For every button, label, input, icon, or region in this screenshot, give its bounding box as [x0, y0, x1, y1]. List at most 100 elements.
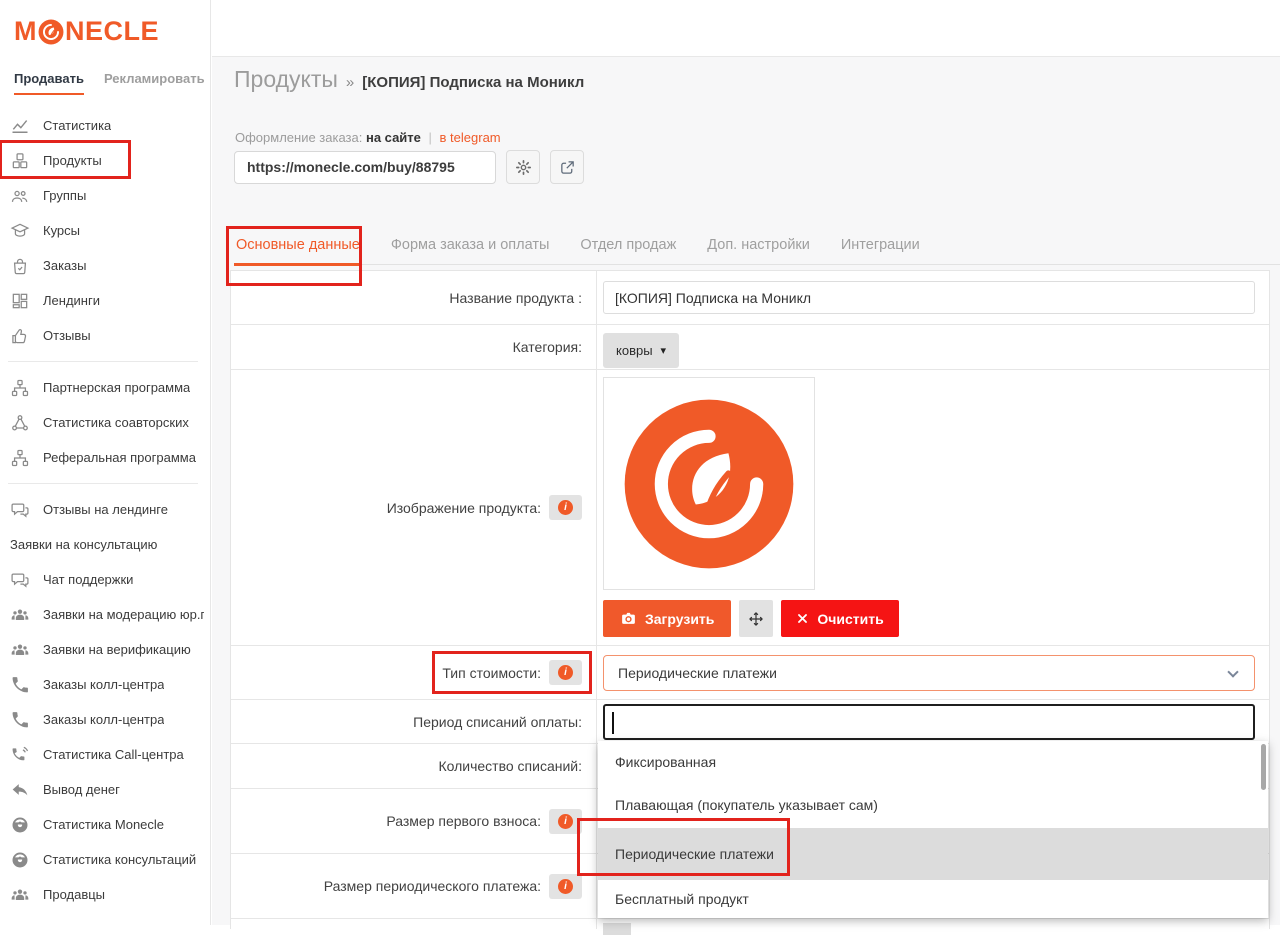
cross-icon — [796, 612, 809, 625]
order-telegram-link[interactable]: в telegram — [440, 130, 501, 145]
sidebar-item[interactable]: Статистика Monecle — [0, 807, 210, 842]
breadcrumb-root-link[interactable]: Продукты — [234, 66, 338, 93]
dropdown-option-label: Бесплатный продукт — [615, 891, 749, 907]
price-type-select[interactable]: Периодические платежи — [603, 655, 1255, 691]
dropdown-option-label: Плавающая (покупатель указывает сам) — [615, 797, 878, 813]
reposition-image-button[interactable] — [739, 600, 773, 637]
info-icon: i — [558, 665, 573, 680]
row-product-image: Изображение продукта: i Загрузить — [231, 370, 1269, 646]
sidebar-item[interactable]: Реферальная программа — [0, 440, 210, 475]
product-name-input[interactable] — [603, 281, 1255, 314]
sidebar-item[interactable]: Чат поддержки — [0, 562, 210, 597]
product-image-monecle-logo — [621, 396, 797, 572]
orders-icon — [10, 256, 30, 276]
sidebar-item[interactable]: Статистика консультаций — [0, 842, 210, 877]
sidebar-item-label: Заказы колл-центра — [43, 677, 164, 692]
monecle-logo[interactable]: M NECLE — [0, 0, 210, 47]
sidebar-item[interactable]: Заказы колл-центра — [0, 702, 210, 737]
gear-icon — [515, 159, 532, 176]
coauthor-stats-icon — [10, 413, 30, 433]
sidebar-item[interactable]: Продавцы — [0, 877, 210, 912]
text-cursor — [612, 712, 614, 734]
sidebar-item-label: Статистика — [43, 118, 111, 133]
info-badge[interactable]: i — [549, 874, 582, 899]
content-tab[interactable]: Форма заказа и оплаты — [389, 233, 552, 264]
sidebar-item[interactable]: Отзывы — [0, 318, 210, 353]
sidebar-item[interactable]: Статистика Call-центра — [0, 737, 210, 772]
sidebar-item[interactable]: Отзывы на лендинге — [0, 492, 210, 527]
buy-url-input[interactable] — [234, 151, 496, 184]
info-icon: i — [558, 879, 573, 894]
order-site-link[interactable]: на сайте — [366, 130, 421, 145]
content-tab-label: Основные данные — [236, 237, 360, 253]
sidebar-item[interactable]: Заказы колл-центра — [0, 667, 210, 702]
dropdown-option[interactable]: Периодические платежи — [598, 828, 1268, 880]
content-tab[interactable]: Интеграции — [839, 233, 922, 264]
clear-image-button[interactable]: Очистить — [781, 600, 898, 637]
sidebar-mode-tabs: Продавать Рекламировать — [0, 71, 210, 95]
sidebar-item[interactable]: Курсы — [0, 213, 210, 248]
sidebar-item[interactable]: Партнерская программа — [0, 370, 210, 405]
url-settings-button[interactable] — [506, 150, 540, 184]
monecle-leaf-icon — [38, 19, 64, 45]
sidebar-item-label: Заявки на консультацию — [10, 537, 157, 552]
sidebar-item[interactable]: Заказы — [0, 248, 210, 283]
sidebar-item[interactable]: Заявки на верификацию — [0, 632, 210, 667]
content-tab[interactable]: Отдел продаж — [578, 233, 678, 264]
tab-sell[interactable]: Продавать — [14, 71, 84, 95]
upload-image-button[interactable]: Загрузить — [603, 600, 731, 637]
sidebar-item-label: Отзывы на лендинге — [43, 502, 168, 517]
content-tab[interactable]: Доп. настройки — [705, 233, 812, 264]
partner-program-icon — [10, 378, 30, 398]
billing-period-label: Период списаний оплаты: — [231, 700, 596, 743]
users-icon — [10, 640, 30, 660]
chart-icon — [10, 116, 30, 136]
sidebar-item[interactable]: Продукты — [0, 143, 210, 178]
category-select-chip[interactable]: ковры ▾ — [603, 333, 679, 368]
gauge-icon — [10, 850, 30, 870]
logo-text-rest: NECLE — [65, 16, 159, 47]
billing-period-input[interactable] — [603, 704, 1255, 740]
tab-advertise[interactable]: Рекламировать — [104, 71, 205, 95]
sidebar-item-label: Продукты — [43, 153, 102, 168]
referral-program-icon — [10, 448, 30, 468]
reviews-icon — [10, 326, 30, 346]
dropdown-option[interactable]: Бесплатный продукт — [598, 880, 1268, 918]
content-tab[interactable]: Основные данные — [234, 233, 362, 264]
row-category: Категория: ковры ▾ — [231, 325, 1269, 370]
phone-icon — [10, 710, 30, 730]
sidebar-item-label: Заявки на модерацию юр.п — [43, 607, 204, 622]
info-icon: i — [558, 500, 573, 515]
camera-icon — [620, 610, 637, 627]
sidebar-item[interactable]: Заявки на модерацию юр.п — [0, 597, 210, 632]
category-label: Категория: — [231, 325, 596, 369]
sidebar: M NECLE Продавать Рекламировать Статисти… — [0, 0, 211, 925]
chat-icon — [10, 570, 30, 590]
info-badge[interactable]: i — [549, 660, 582, 685]
open-url-button[interactable] — [550, 150, 584, 184]
external-link-icon — [559, 159, 576, 176]
sidebar-item-label: Статистика Monecle — [43, 817, 164, 832]
sidebar-item[interactable]: Лендинги — [0, 283, 210, 318]
sidebar-item[interactable]: Статистика соавторских — [0, 405, 210, 440]
recurring-payment-label: Размер периодического платежа: — [324, 878, 541, 894]
sidebar-item-label: Вывод денег — [43, 782, 120, 797]
sidebar-item-label: Статистика соавторских — [43, 415, 189, 430]
category-value: ковры — [616, 343, 653, 358]
logo-text-m: M — [14, 16, 37, 47]
breadcrumb-current: [КОПИЯ] Подписка на Моникл — [362, 74, 584, 91]
info-badge[interactable]: i — [549, 809, 582, 834]
sidebar-item[interactable]: Заявки на консультацию — [0, 527, 210, 562]
sidebar-item[interactable]: Вывод денег — [0, 772, 210, 807]
sidebar-item[interactable]: Группы — [0, 178, 210, 213]
dropdown-option-label: Фиксированная — [615, 754, 716, 770]
info-badge[interactable]: i — [549, 495, 582, 520]
dropdown-option[interactable]: Фиксированная — [598, 741, 1268, 782]
sidebar-item[interactable]: Статистика — [0, 108, 210, 143]
active-tab-underline — [234, 263, 362, 266]
dropdown-option[interactable]: Плавающая (покупатель указывает сам) — [598, 782, 1268, 828]
sidebar-divider — [8, 361, 198, 362]
chat-icon — [10, 500, 30, 520]
product-image-label: Изображение продукта: — [387, 500, 541, 516]
product-image-preview — [603, 377, 815, 590]
